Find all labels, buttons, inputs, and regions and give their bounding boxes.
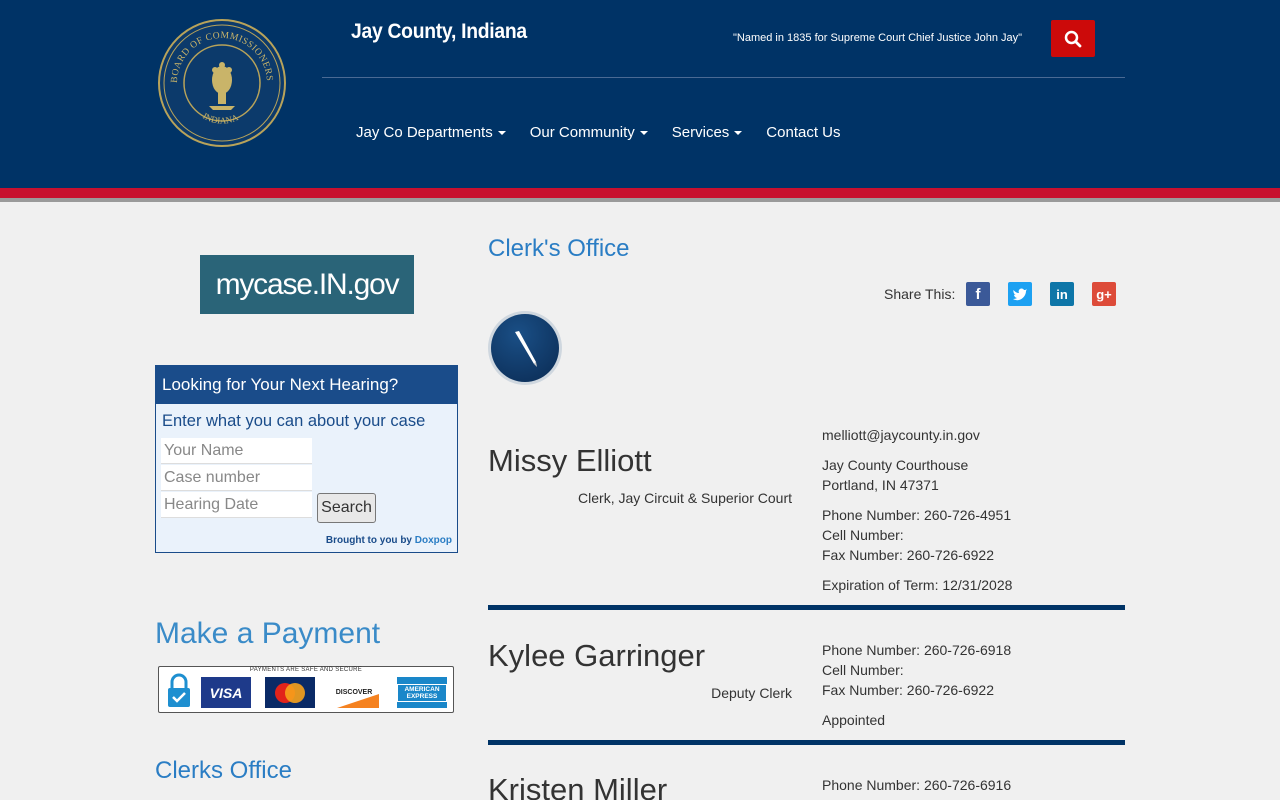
header-red-stripe	[0, 188, 1280, 198]
nav-item-services[interactable]: Services	[660, 122, 755, 143]
visa-card-icon: VISA	[201, 677, 251, 708]
person-name: Kristen Miller	[488, 772, 668, 800]
hearing-search-widget: Looking for Your Next Hearing? Enter wha…	[155, 365, 458, 553]
person-fax: Fax Number: 260-726-6922	[822, 682, 994, 698]
amex-card-icon: AMERICAN EXPRESS	[397, 677, 447, 708]
your-name-input[interactable]	[161, 438, 312, 464]
person-term: Expiration of Term: 12/31/2028	[822, 577, 1013, 593]
person-fax: Fax Number: 260-726-6922	[822, 547, 994, 563]
twitter-icon[interactable]	[1008, 282, 1032, 306]
nav-item-contact[interactable]: Contact Us	[754, 122, 852, 143]
nav-item-community[interactable]: Our Community	[518, 122, 660, 143]
main-nav: Jay Co Departments Our Community Service…	[344, 122, 853, 143]
linkedin-icon[interactable]: in	[1050, 282, 1074, 306]
section-divider	[488, 740, 1125, 745]
payment-methods-banner[interactable]: PAYMENTS ARE SAFE AND SECURE VISA DISCOV…	[158, 666, 454, 713]
google-plus-icon[interactable]: g+	[1092, 282, 1116, 306]
hearing-widget-subtitle: Enter what you can about your case	[162, 412, 426, 430]
person-email-link[interactable]: melliott@jaycounty.in.gov	[822, 425, 980, 445]
payment-caption: PAYMENTS ARE SAFE AND SECURE	[249, 667, 363, 673]
section-divider	[488, 605, 1125, 610]
person-phone: Phone Number: 260-726-4951	[822, 507, 1012, 523]
discover-card-icon: DISCOVER	[329, 677, 379, 708]
person-phone: Phone Number: 260-726-6916	[822, 777, 1012, 793]
person-address-line: Jay County Courthouse	[822, 457, 969, 473]
case-number-input[interactable]	[161, 465, 312, 491]
page-title: Clerk's Office	[488, 235, 630, 262]
person-cell: Cell Number:	[822, 527, 904, 543]
clerks-office-sidebar-heading[interactable]: Clerks Office	[155, 757, 292, 785]
caret-down-icon	[497, 131, 506, 136]
nav-item-departments[interactable]: Jay Co Departments	[344, 122, 518, 143]
mycase-banner-link[interactable]: mycase.IN.gov	[200, 255, 414, 314]
county-seal-logo[interactable]: BOARD OF COMMISSIONERS OF JAY COUNTY IND…	[157, 18, 287, 148]
person-role: Deputy Clerk	[711, 685, 792, 701]
site-tagline: "Named in 1835 for Supreme Court Chief J…	[733, 32, 1023, 44]
person-address-line: Portland, IN 47371	[822, 477, 939, 493]
hearing-date-input[interactable]	[161, 492, 312, 518]
share-label: Share This:	[884, 286, 956, 302]
person-name: Kylee Garringer	[488, 638, 706, 673]
hearing-search-button[interactable]: Search	[317, 493, 376, 523]
facebook-icon[interactable]: f	[966, 282, 990, 306]
person-phone: Phone Number: 260-726-6918	[822, 642, 1012, 658]
person-name: Missy Elliott	[488, 443, 652, 478]
padlock-check-icon	[168, 673, 190, 707]
caret-down-icon	[734, 131, 743, 136]
mastercard-icon	[265, 677, 315, 708]
person-cell: Cell Number:	[822, 662, 904, 678]
caret-down-icon	[639, 131, 648, 136]
site-header: BOARD OF COMMISSIONERS OF JAY COUNTY IND…	[0, 0, 1280, 188]
brought-by-credit: Brought to you by Doxpop	[325, 535, 452, 546]
search-icon	[1064, 30, 1082, 47]
hearing-widget-title: Looking for Your Next Hearing?	[156, 366, 457, 404]
pen-department-icon	[488, 311, 562, 385]
make-payment-heading[interactable]: Make a Payment	[155, 617, 380, 651]
header-gray-stripe	[0, 198, 1280, 202]
header-divider	[322, 77, 1125, 78]
site-title[interactable]: Jay County, Indiana	[351, 20, 527, 44]
search-button[interactable]	[1051, 20, 1095, 57]
doxpop-link[interactable]: Doxpop	[415, 535, 452, 546]
person-term: Appointed	[822, 712, 886, 728]
person-role: Clerk, Jay Circuit & Superior Court	[578, 490, 792, 506]
